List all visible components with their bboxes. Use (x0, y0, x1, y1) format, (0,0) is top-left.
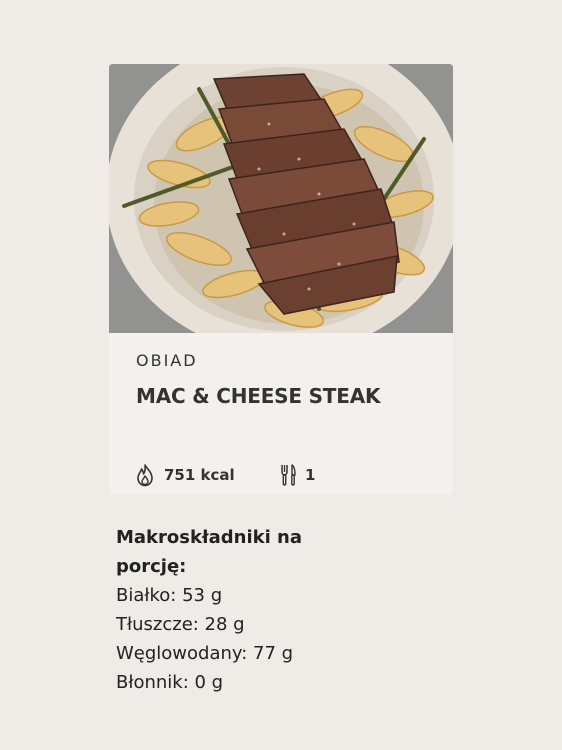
recipe-photo[interactable] (109, 64, 453, 333)
macro-fat: Tłuszcze: 28 g (116, 614, 245, 635)
recipe-category: OBIAD (136, 351, 198, 370)
calories-value: 751 kcal (164, 466, 235, 484)
macro-carbs: Węglowodany: 77 g (116, 643, 294, 664)
servings-value: 1 (305, 466, 316, 484)
fork-knife-icon (281, 464, 296, 486)
steak-pasta-image (109, 64, 453, 333)
recipe-meta: 751 kcal 1 (134, 462, 315, 488)
calories-info: 751 kcal (134, 463, 279, 487)
servings-info: 1 (279, 463, 315, 487)
macro-fiber: Błonnik: 0 g (116, 672, 224, 693)
flame-icon (137, 464, 153, 487)
recipe-card[interactable]: OBIAD MAC & CHEESE STEAK 751 kcal 1 (109, 64, 453, 495)
macros-heading: Makroskładniki na porcję: (116, 527, 303, 577)
recipe-title[interactable]: MAC & CHEESE STEAK (136, 384, 380, 408)
macro-protein: Białko: 53 g (116, 585, 223, 606)
macros-section: Makroskładniki na porcję: Białko: 53 g T… (116, 523, 376, 697)
